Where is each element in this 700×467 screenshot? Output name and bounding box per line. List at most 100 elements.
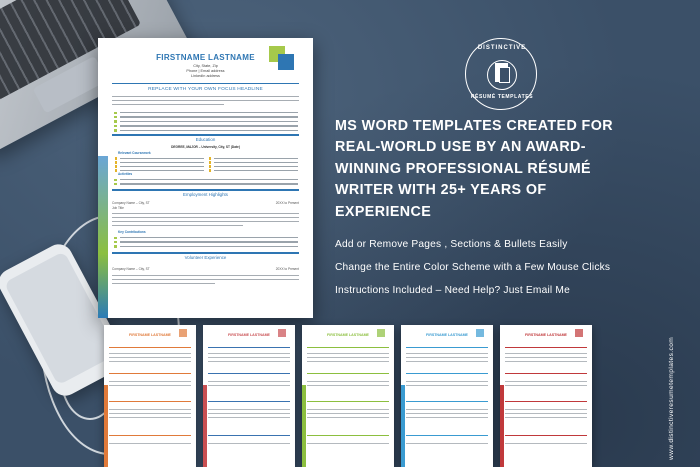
thumbnail-line [109,413,191,414]
brand-logo: DISTINCTIVE RÉSUMÉ TEMPLATES [465,38,537,110]
thumbnail-line [406,413,488,414]
thumbnail-rule [505,401,587,402]
thumbnail-line [505,385,587,386]
thumbnail-rule [406,347,488,348]
resume-rule [112,134,299,136]
color-variant-thumbnail: FIRSTNAME LASTNAME [500,325,592,467]
resume-degree-line: DEGREE, MAJOR – University, City, ST (Da… [171,145,240,149]
thumbnail-line [505,361,587,362]
resume-rule [112,252,299,254]
thumbnail-rule [505,347,587,348]
resume-summary-bullets [114,111,298,134]
thumbnail-line [406,409,488,410]
thumbnail-name: FIRSTNAME LASTNAME [426,333,468,337]
color-variant-thumbnail: FIRSTNAME LASTNAME [203,325,295,467]
thumbnail-line [307,443,389,444]
thumbnail-line [307,385,389,386]
thumbnail-rule [307,373,389,374]
thumbnail-line [208,381,290,382]
promo-headline: MS WORD TEMPLATES CREATED FOR REAL-WORLD… [335,118,613,220]
thumbnail-line [406,353,488,354]
thumbnail-line [307,381,389,382]
thumbnail-rule [406,401,488,402]
thumbnail-line [505,353,587,354]
resume-subhead: Relevant Coursework [118,151,151,155]
resume-date-range: 20XX to Present [275,201,299,205]
thumbnail-line [307,413,389,414]
thumbnail-rule [208,347,290,348]
document-icon [499,67,510,83]
resume-subhead: Activities [118,172,133,176]
resume-rule [112,189,299,191]
thumbnail-line [208,417,290,418]
thumbnail-name: FIRSTNAME LASTNAME [228,333,270,337]
resume-accent-band [98,156,108,318]
thumbnail-accent-band [401,385,405,467]
thumbnail-line [109,385,191,386]
thumbnail-rule [307,435,389,436]
thumbnail-line [109,381,191,382]
thumbnail-line [208,385,290,386]
thumbnail-accent-band [203,385,207,467]
thumbnail-rule [208,435,290,436]
thumbnail-rule [307,401,389,402]
thumbnail-accent-band [104,385,108,467]
thumbnail-rule [505,435,587,436]
resume-rule [112,83,299,85]
thumbnail-name: FIRSTNAME LASTNAME [525,333,567,337]
resume-date-range: 20XX to Present [275,267,299,271]
resume-subhead: Key Contributions [118,230,146,234]
thumbnail-rule [109,435,191,436]
thumbnail-line [307,353,389,354]
thumbnail-line [406,385,488,386]
thumbnail-line [109,353,191,354]
thumbnail-line [208,361,290,362]
thumbnail-line [406,417,488,418]
feature-line: Add or Remove Pages , Sections & Bullets… [335,239,568,250]
thumbnail-line [505,357,587,358]
thumbnail-line [505,413,587,414]
thumbnail-line [505,409,587,410]
thumbnail-rule [307,347,389,348]
thumbnail-line [109,417,191,418]
resume-section-education: Education [195,137,216,142]
thumbnail-rule [109,373,191,374]
thumbnail-line [406,361,488,362]
thumbnail-line [505,443,587,444]
thumbnail-line [307,409,389,410]
thumbnail-line [109,443,191,444]
resume-contact: City, State, Zip Phone | Email address L… [98,64,313,78]
feature-line: Change the Entire Color Scheme with a Fe… [335,262,611,273]
thumbnail-line [109,409,191,410]
thumbnail-rule [109,401,191,402]
thumbnail-line [406,381,488,382]
thumbnail-rule [208,401,290,402]
thumbnail-rule [406,373,488,374]
resume-contact-line: LinkedIn address [191,73,220,78]
thumbnail-line [208,413,290,414]
color-variant-thumbnail: FIRSTNAME LASTNAME [104,325,196,467]
thumbnail-rule [109,347,191,348]
color-variant-thumbnail: FIRSTNAME LASTNAME [302,325,394,467]
feature-line: Instructions Included – Need Help? Just … [335,285,570,296]
resume-activities [114,178,298,188]
thumbnail-line [307,357,389,358]
thumbnail-line [505,381,587,382]
resume-preview: FIRSTNAME LASTNAME City, State, Zip Phon… [98,38,313,318]
resume-focus-headline: REPLACE WITH YOUR OWN FOCUS HEADLINE [148,87,263,92]
logo-bottom-text: RÉSUMÉ TEMPLATES [470,94,534,100]
resume-job-description [112,213,299,229]
thumbnail-line [406,443,488,444]
thumbnail-line [208,409,290,410]
thumbnail-rule [406,435,488,436]
resume-summary [112,96,299,108]
thumbnail-line [307,361,389,362]
thumbnail-line [208,357,290,358]
resume-name: FIRSTNAME LASTNAME [156,53,255,62]
logo-top-text: DISTINCTIVE [477,45,527,51]
thumbnail-line [307,417,389,418]
color-variant-thumbnail: FIRSTNAME LASTNAME [401,325,493,467]
website-url: www.distinctiveresumetemplates.com [668,336,675,460]
thumbnail-line [109,361,191,362]
thumbnail-line [406,357,488,358]
